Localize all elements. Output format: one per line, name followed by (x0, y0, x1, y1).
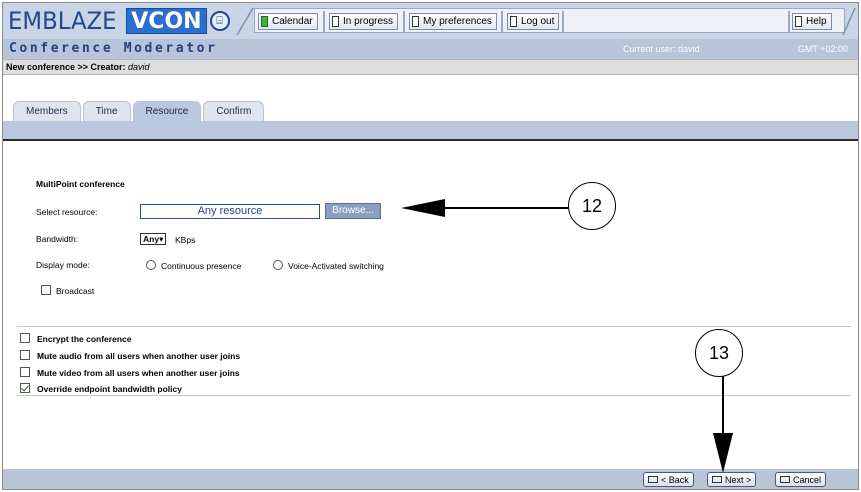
nav-separator (501, 11, 503, 32)
help-button[interactable]: Help (792, 13, 832, 30)
callout-13: 13 (695, 329, 743, 377)
broadcast-checkbox[interactable] (41, 285, 51, 295)
override-bandwidth-label: Override endpoint bandwidth policy (37, 384, 182, 394)
logo: EMBLAZE VCON ⌸ (8, 7, 230, 35)
app-window: EMBLAZE VCON ⌸ Calendar In progress My p… (2, 2, 859, 490)
nav-calendar[interactable]: Calendar (258, 13, 318, 30)
select-resource-label: Select resource: (36, 207, 98, 217)
browse-button[interactable]: Browse... (325, 203, 381, 219)
arrow-head-left (401, 199, 445, 217)
logo-emblem-icon: ⌸ (209, 11, 230, 31)
tab-strip: Members Time Resource Confirm (13, 101, 266, 121)
button-icon (780, 476, 790, 483)
resource-field[interactable]: Any resource (140, 204, 320, 219)
mute-audio-label: Mute audio from all users when another u… (37, 351, 241, 361)
broadcast-label: Broadcast (56, 286, 95, 296)
timezone: GMT +02:00 (797, 44, 848, 54)
page-icon (332, 16, 339, 27)
current-user: Current user: david (623, 44, 700, 54)
callout-12: 12 (568, 182, 616, 230)
tab-confirm[interactable]: Confirm (203, 101, 265, 121)
nav-calendar-label: Calendar (272, 16, 313, 27)
tab-time[interactable]: Time (82, 101, 131, 121)
radio-voice-activated[interactable] (273, 260, 283, 270)
logo-brand: VCON (126, 8, 207, 34)
nav-in-progress-label: In progress (343, 16, 394, 27)
logo-text: EMBLAZE (8, 7, 117, 35)
nav-my-preferences[interactable]: My preferences (409, 13, 497, 30)
override-bandwidth-checkbox[interactable] (20, 383, 30, 393)
nav-my-preferences-label: My preferences (423, 16, 492, 27)
nav-separator (788, 11, 790, 32)
arrow-head-down (713, 433, 733, 473)
nav-in-progress[interactable]: In progress (329, 13, 399, 30)
breadcrumb-creator: david (128, 62, 150, 72)
button-icon (648, 476, 658, 483)
encrypt-checkbox[interactable] (20, 333, 30, 343)
tab-members[interactable]: Members (13, 101, 81, 121)
divider (17, 395, 851, 396)
button-icon (712, 476, 722, 483)
encrypt-label: Encrypt the conference (37, 334, 132, 344)
header: EMBLAZE VCON ⌸ Calendar In progress My p… (3, 3, 858, 61)
cancel-label: Cancel (793, 474, 822, 485)
nav-log-out[interactable]: Log out (507, 13, 560, 30)
calendar-icon (261, 16, 268, 27)
tab-band (3, 121, 858, 141)
annotation-arrows (401, 199, 733, 473)
breadcrumb-text: New conference >> Creator: (6, 62, 129, 72)
app-title: Conference Moderator (9, 41, 218, 56)
cancel-button[interactable]: Cancel (775, 472, 827, 487)
mute-video-label: Mute video from all users when another u… (37, 368, 240, 378)
chevron-down-icon: ▾ (159, 234, 164, 244)
breadcrumb: New conference >> Creator: david (3, 59, 858, 75)
page-icon (510, 16, 517, 27)
nav-separator (403, 11, 405, 32)
tab-resource[interactable]: Resource (132, 101, 202, 121)
mute-audio-checkbox[interactable] (20, 350, 30, 360)
radio-continuous-presence-label: Continuous presence (161, 261, 242, 271)
divider-slash (842, 7, 856, 36)
top-nav: Calendar In progress My preferences Log … (254, 8, 845, 33)
next-label: Next > (725, 474, 752, 485)
display-mode-label: Display mode: (36, 260, 90, 270)
back-label: < Back (661, 474, 689, 485)
help-label: Help (806, 16, 827, 27)
back-button[interactable]: < Back (643, 472, 694, 487)
divider-slash (236, 7, 254, 36)
nav-log-out-label: Log out (521, 16, 555, 27)
bandwidth-value: Any (143, 234, 160, 244)
bandwidth-select[interactable]: Any▾ (140, 233, 167, 245)
mute-video-checkbox[interactable] (20, 367, 30, 377)
footer-bar: < Back Next > Cancel (3, 469, 858, 489)
section-title: MultiPoint conference (36, 179, 125, 189)
nav-separator (562, 11, 564, 32)
page-icon (412, 16, 419, 27)
title-bar: Conference Moderator Current user: david… (3, 39, 858, 59)
help-icon (795, 16, 802, 27)
bandwidth-unit: KBps (175, 235, 196, 245)
radio-continuous-presence[interactable] (146, 260, 156, 270)
bandwidth-label: Bandwidth: (36, 234, 79, 244)
radio-voice-activated-label: Voice-Activated switching (288, 261, 384, 271)
next-button[interactable]: Next > (707, 472, 757, 487)
nav-separator (323, 11, 325, 32)
divider (17, 326, 851, 327)
